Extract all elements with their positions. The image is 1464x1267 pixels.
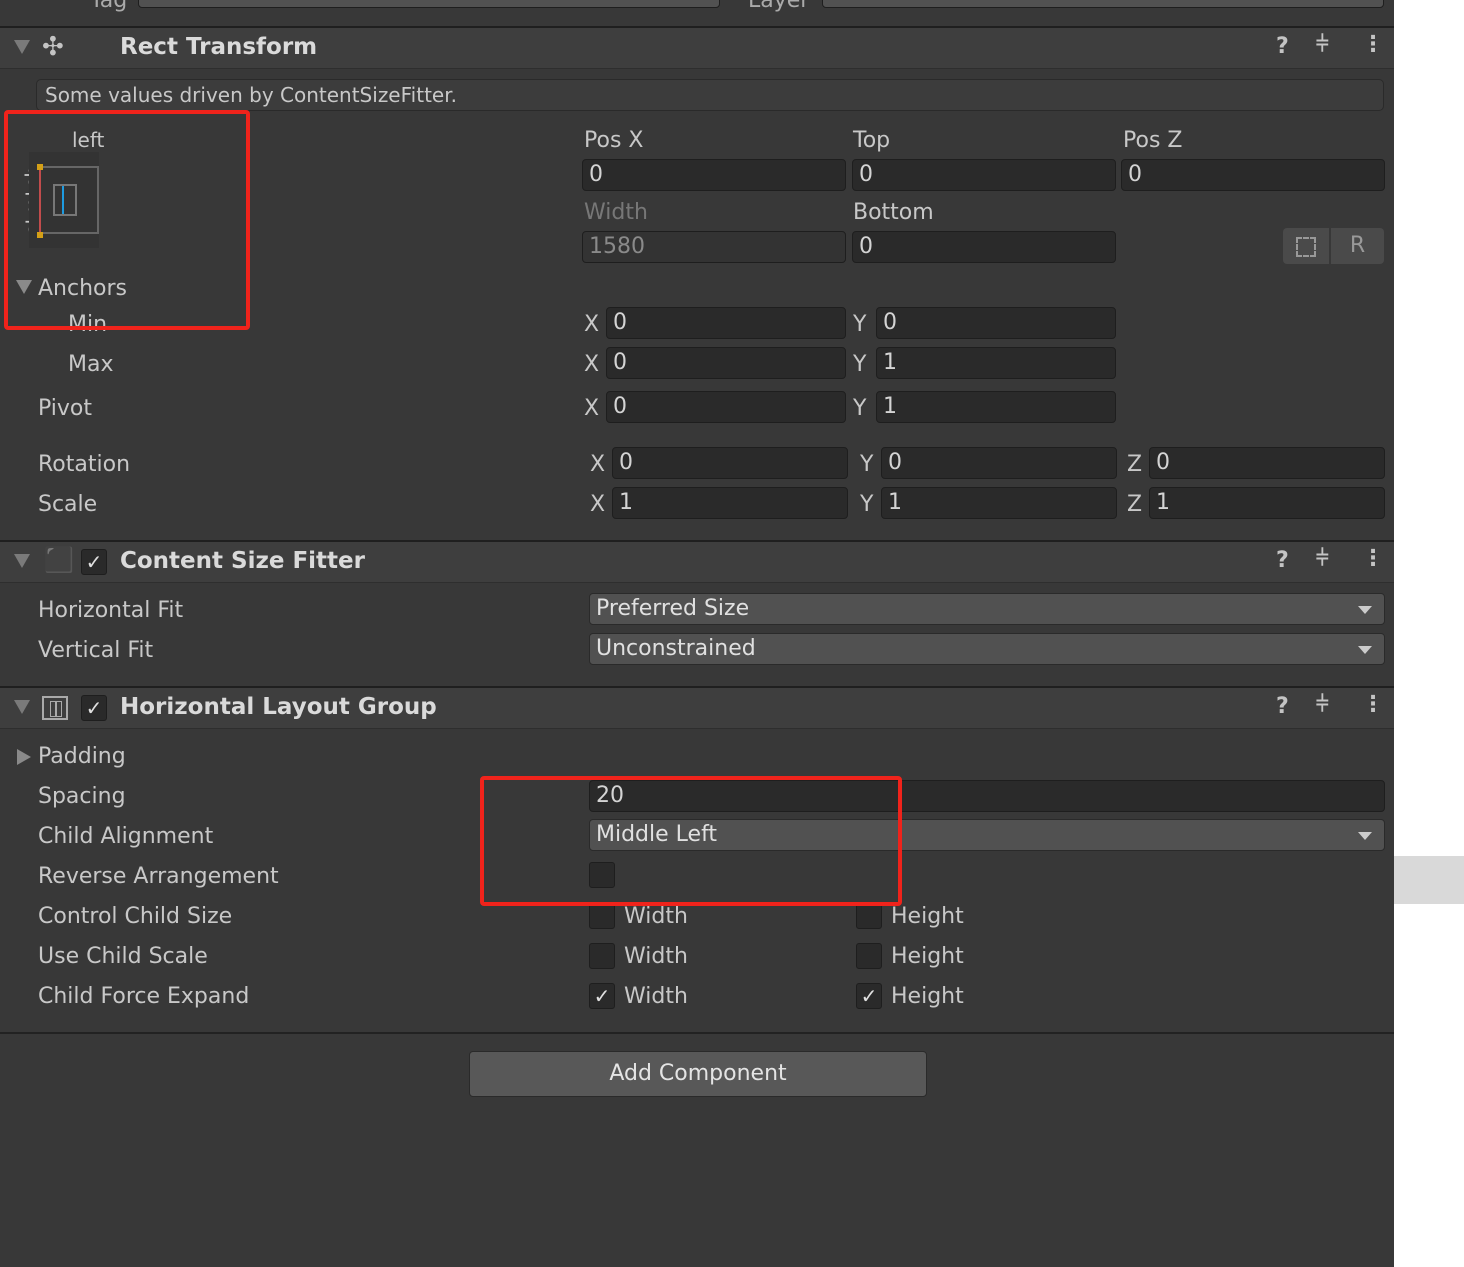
pos-z-field[interactable]: 0 [1121,159,1385,191]
more-icon[interactable]: ⋮ [1362,692,1384,717]
presets-icon[interactable]: ⫩ [1316,692,1329,717]
anchor-min-y-field[interactable]: 0 [876,307,1116,339]
content-size-fitter-header[interactable]: ⬛ ✓ Content Size Fitter ? ⫩ ⋮ [0,540,1394,583]
child-force-expand-width-checkbox[interactable]: ✓ [589,983,615,1009]
raw-edit-button[interactable]: R [1331,228,1384,264]
height-label: Height [891,944,964,969]
more-icon[interactable]: ⋮ [1362,546,1384,571]
layer-dropdown[interactable] [822,0,1384,8]
z-label: Z [1127,452,1143,477]
width-label: Width [624,984,688,1009]
use-child-scale-height-checkbox[interactable] [856,943,882,969]
vertical-fit-label: Vertical Fit [38,638,154,663]
height-label: Height [891,984,964,1009]
control-child-size-height-checkbox[interactable] [856,903,882,929]
presets-icon[interactable]: ⫩ [1316,32,1329,57]
x-label: X [584,312,600,337]
highlight-box [4,110,250,330]
anchor-max-x-field[interactable]: 0 [606,347,846,379]
padding-foldout-icon[interactable] [17,749,31,765]
y-label: Y [853,352,867,377]
scale-x-field[interactable]: 1 [612,487,848,519]
component-title: Content Size Fitter [120,548,365,574]
top-label: Top [853,128,891,153]
add-component-button[interactable]: Add Component [469,1051,927,1097]
rotation-label: Rotation [38,452,131,477]
x-label: X [590,492,606,517]
rect-transform-header[interactable]: ✣ Rect Transform ? ⫩ ⋮ [0,26,1394,69]
side-selection-band [1394,856,1464,904]
width-label: Width [584,200,648,225]
y-label: Y [853,312,867,337]
height-label: Height [891,904,964,929]
pivot-label: Pivot [38,396,93,421]
help-icon[interactable]: ? [1276,694,1289,719]
bottom-label: Bottom [853,200,934,225]
enable-checkbox[interactable]: ✓ [81,695,107,721]
highlight-box [480,776,902,906]
x-label: X [590,452,606,477]
rect-transform-icon: ✣ [42,32,64,62]
pivot-y-field[interactable]: 1 [876,391,1116,423]
z-label: Z [1127,492,1143,517]
horizontal-fit-label: Horizontal Fit [38,598,184,623]
blueprint-mode-button[interactable] [1283,228,1329,264]
inspector-panel: Tag Layer ✣ Rect Transform ? ⫩ ⋮ Some va… [0,0,1394,1267]
child-alignment-label: Child Alignment [38,824,214,849]
more-icon[interactable]: ⋮ [1362,32,1384,57]
x-label: X [584,352,600,377]
y-label: Y [853,396,867,421]
collapse-icon[interactable] [14,700,30,714]
use-child-scale-width-checkbox[interactable] [589,943,615,969]
enable-checkbox[interactable]: ✓ [81,549,107,575]
padding-label[interactable]: Padding [38,744,126,769]
tag-dropdown[interactable] [138,0,720,8]
scale-label: Scale [38,492,98,517]
control-child-size-width-checkbox[interactable] [589,903,615,929]
pos-x-field[interactable]: 0 [582,159,846,191]
pos-x-label: Pos X [584,128,644,153]
reverse-arrangement-label: Reverse Arrangement [38,864,279,889]
top-field[interactable]: 0 [852,159,1116,191]
y-label: Y [860,492,874,517]
presets-icon[interactable]: ⫩ [1316,546,1329,571]
anchors-max-label: Max [68,352,114,377]
pos-z-label: Pos Z [1123,128,1183,153]
width-field: 1580 [582,231,846,263]
control-child-size-label: Control Child Size [38,904,233,929]
help-icon[interactable]: ? [1276,34,1289,59]
vertical-fit-dropdown[interactable]: Unconstrained [589,633,1385,665]
collapse-icon[interactable] [14,40,30,54]
layer-label: Layer [748,0,810,13]
pivot-x-field[interactable]: 0 [606,391,846,423]
horizontal-layout-icon [42,696,68,720]
child-force-expand-height-checkbox[interactable]: ✓ [856,983,882,1009]
use-child-scale-label: Use Child Scale [38,944,208,969]
scale-z-field[interactable]: 1 [1149,487,1385,519]
anchor-min-x-field[interactable]: 0 [606,307,846,339]
x-label: X [584,396,600,421]
child-force-expand-label: Child Force Expand [38,984,250,1009]
width-label: Width [624,944,688,969]
collapse-icon[interactable] [14,554,30,568]
rotation-z-field[interactable]: 0 [1149,447,1385,479]
content-size-fitter-icon: ⬛ [44,546,74,574]
horizontal-layout-group-header[interactable]: ✓ Horizontal Layout Group ? ⫩ ⋮ [0,686,1394,729]
component-title: Rect Transform [120,34,318,60]
width-label: Width [624,904,688,929]
component-title: Horizontal Layout Group [120,694,437,720]
help-icon[interactable]: ? [1276,548,1289,573]
horizontal-fit-dropdown[interactable]: Preferred Size [589,593,1385,625]
spacing-label: Spacing [38,784,126,809]
scale-y-field[interactable]: 1 [881,487,1117,519]
rotation-y-field[interactable]: 0 [881,447,1117,479]
divider [0,1032,1394,1034]
bottom-field[interactable]: 0 [852,231,1116,263]
rotation-x-field[interactable]: 0 [612,447,848,479]
y-label: Y [860,452,874,477]
anchor-max-y-field[interactable]: 1 [876,347,1116,379]
tag-label: Tag [90,0,128,13]
driven-notice: Some values driven by ContentSizeFitter. [36,79,1384,111]
